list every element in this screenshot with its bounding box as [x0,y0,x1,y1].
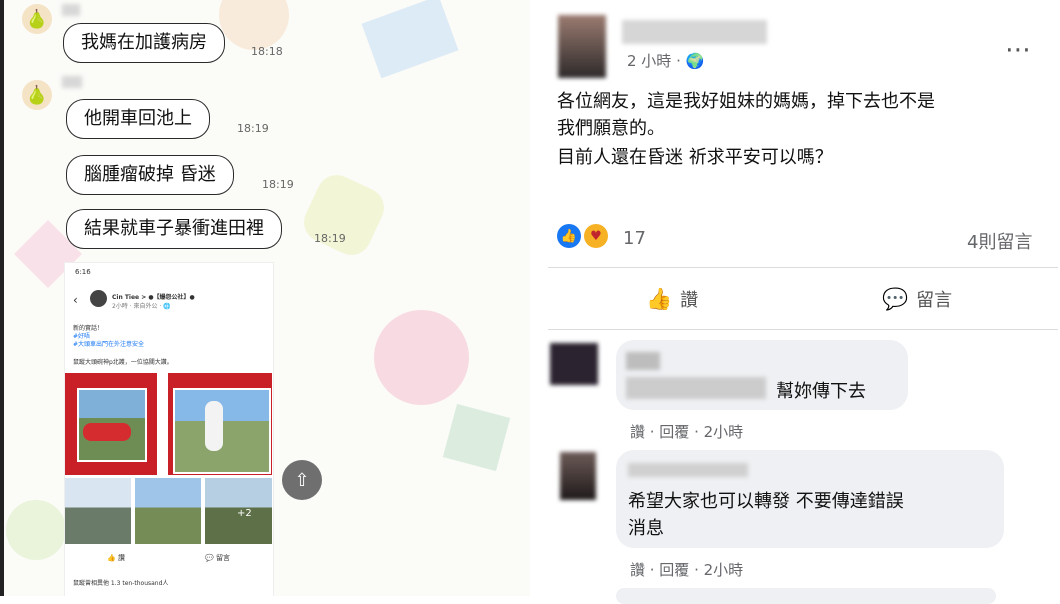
commenter-avatar [560,452,596,500]
photo-car-shape [83,423,131,441]
more-photos-count: +2 [237,508,252,519]
facebook-post: 2 小時 · 🌍 ⋯ 各位網友，這是我好姐妹的媽媽，掉下去也不是 我們願意的。 … [530,0,1060,604]
like-reaction-icon: 👍 [557,224,581,248]
comment-button[interactable]: 💬 留言 [882,286,952,312]
post-avatar [558,15,606,78]
line-chat-screenshot: 🍐 我媽在加護病房 18:18 🍐 他開車回池上 18:19 腦腫瘤破掉 昏迷 … [0,0,530,596]
chat-message-1: 我媽在加護病房 [63,23,225,63]
blurred-comment-prefix [626,377,766,399]
photo-bottom-2 [135,478,201,544]
embedded-text-3: #大頭車出門在外注意安全 [73,341,145,348]
blurred-commenter-name [628,463,748,477]
chat-avatar: 🍐 [22,80,52,110]
photo-man-figure [205,401,223,451]
comment-actions-1[interactable]: 讚 · 回覆 · 2小時 [630,421,743,442]
chat-time-4: 18:19 [314,232,346,245]
reaction-count[interactable]: 17 [623,228,646,249]
post-line-2: 我們願意的。 [557,118,665,139]
background-decoration [6,500,66,560]
embedded-facebook-post: 6:16 ‹ Cin Tiee > ●【爆怨公社】● 2小時 · 來自外公 · … [64,262,274,596]
comments-count[interactable]: 4則留言 [967,228,1032,254]
post-line-3: 目前人還在昏迷 祈求平安可以嗎？ [557,147,833,168]
embedded-reactions: 鼠蹤曾相異他 1.3 ten-thousand人 [73,580,169,587]
chat-message-2: 他開車回池上 [66,99,210,139]
phone-status-bar: 6:16 [75,268,91,276]
thumbs-up-icon: 👍 [646,287,673,311]
commenter-avatar [550,343,598,385]
comment-text-2b: 消息 [628,518,664,539]
comment-bubble-1: 幫妳傳下去 [616,340,908,410]
background-decoration [219,0,289,50]
post-user: Cin Tiee > ●【爆怨公社】● [112,294,195,301]
post-line-1: 各位網友，這是我好姐妹的媽媽，掉下去也不是 [557,91,935,112]
chat-message-3: 腦腫瘤破掉 昏迷 [66,155,234,195]
comment-actions-2[interactable]: 讚 · 回覆 · 2小時 [630,559,743,580]
comment-bubble-2: 希望大家也可以轉發 不要傳達錯誤 消息 [616,450,1004,548]
more-options-icon[interactable]: ⋯ [1005,35,1031,65]
background-decoration [361,0,459,79]
comment-icon: 💬 [882,287,909,311]
profile-avatar [90,290,107,307]
background-decoration [442,403,511,472]
comment-text-2a: 希望大家也可以轉發 不要傳達錯誤 [628,491,904,512]
comment-row: 💬 留言 [205,554,230,562]
care-reaction-icon: ♥ [584,224,608,248]
like-row: 👍 讚 [107,554,125,562]
comment-text-1: 幫妳傳下去 [776,381,866,402]
background-decoration [374,310,469,405]
back-icon: ‹ [73,293,78,307]
chat-time-1: 18:18 [251,45,283,58]
photo-bottom-1 [65,478,131,544]
blurred-commenter-name [626,352,660,370]
chat-avatar: 🍐 [22,4,52,34]
chat-time-3: 18:19 [262,178,294,191]
post-meta: 2小時 · 來自外公 · 🌐 [112,303,171,310]
chat-time-2: 18:19 [237,122,269,135]
next-comment-partial [616,588,996,604]
post-author-name [622,20,767,44]
like-button[interactable]: 👍 讚 [646,286,698,312]
separator [548,267,1058,268]
embedded-text-4: 鼠蹤大頭碗神p北護，一位協關大讚。 [73,359,173,366]
share-icon[interactable]: ⇧ [282,460,322,500]
chat-message-4: 結果就車子暴衝進田裡 [66,209,282,249]
blurred-sender-name [62,76,82,88]
post-time: 2 小時 · 🌍 [627,52,705,70]
blurred-sender-name [62,4,80,16]
separator [548,329,1058,330]
background-decoration [297,168,391,262]
